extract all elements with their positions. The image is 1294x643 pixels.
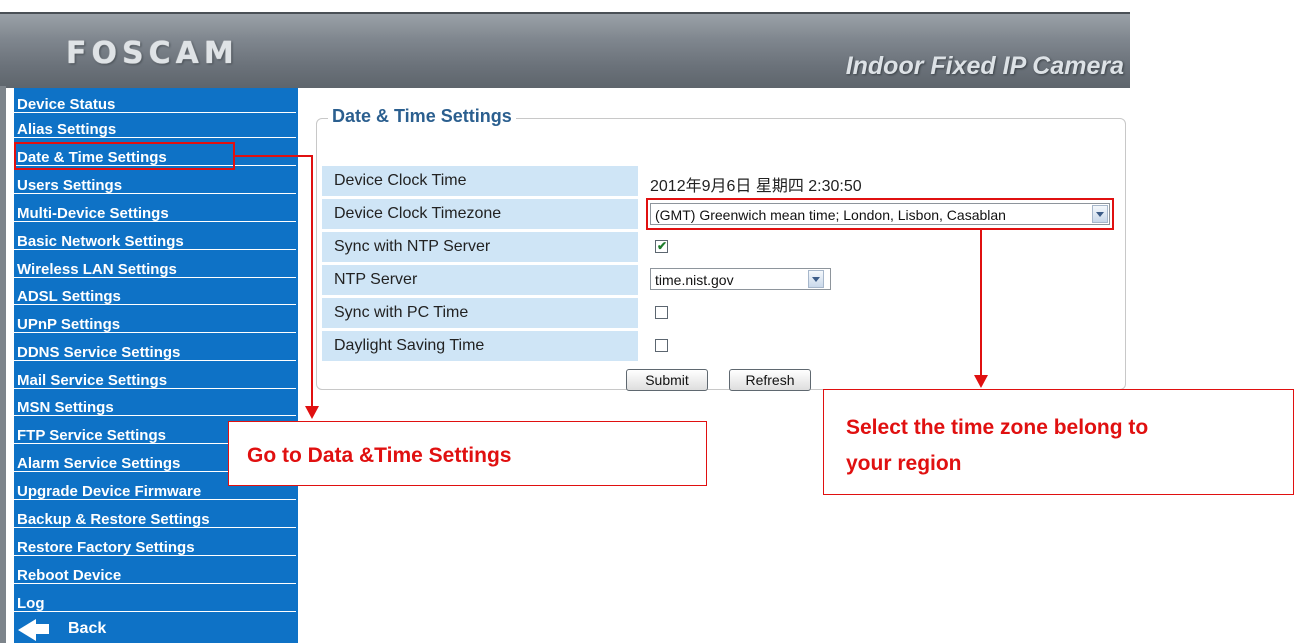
sidebar-item-alias-settings[interactable]: Alias Settings <box>14 113 296 138</box>
annotation-line <box>980 230 982 376</box>
right-callout: Select the time zone belong to your regi… <box>823 389 1294 495</box>
date-time-highlight-box <box>14 142 235 170</box>
annotation-line <box>311 155 313 407</box>
right-callout-line-1: Select the time zone belong to <box>846 416 1149 439</box>
left-callout: Go to Data &Time Settings <box>228 421 707 486</box>
ntp-server-select[interactable]: time.nist.gov <box>650 268 831 290</box>
dst-checkbox[interactable] <box>655 339 668 352</box>
sidebar-item-ddns-service-settings[interactable]: DDNS Service Settings <box>14 336 296 361</box>
back-label: Back <box>68 620 107 637</box>
arrow-down-icon <box>974 375 988 388</box>
panel-title: Date & Time Settings <box>328 106 516 127</box>
ntp-server-selected-value: time.nist.gov <box>655 272 734 288</box>
sync-pc-label: Sync with PC Time <box>322 298 638 328</box>
sync-ntp-label: Sync with NTP Server <box>322 232 638 262</box>
left-border <box>0 86 6 643</box>
sidebar-item-reboot-device[interactable]: Reboot Device <box>14 559 296 584</box>
back-button[interactable]: Back <box>14 616 296 643</box>
back-arrow-icon <box>18 619 36 641</box>
sidebar-item-upnp-settings[interactable]: UPnP Settings <box>14 308 296 333</box>
sidebar-item-mail-service-settings[interactable]: Mail Service Settings <box>14 364 296 389</box>
sidebar-item-backup-restore-settings[interactable]: Backup & Restore Settings <box>14 503 296 528</box>
header-bar: FOSCAM Indoor Fixed IP Camera <box>0 12 1130 88</box>
dst-label: Daylight Saving Time <box>322 331 638 361</box>
sidebar-item-multi-device-settings[interactable]: Multi-Device Settings <box>14 197 296 222</box>
timezone-highlight-box <box>646 198 1114 230</box>
sidebar-item-restore-factory-settings[interactable]: Restore Factory Settings <box>14 531 296 556</box>
sidebar-item-users-settings[interactable]: Users Settings <box>14 169 296 194</box>
sidebar-item-log[interactable]: Log <box>14 587 296 612</box>
sidebar-item-msn-settings[interactable]: MSN Settings <box>14 391 296 416</box>
right-callout-line-2: your region <box>846 452 962 475</box>
sidebar-item-device-status[interactable]: Device Status <box>14 88 296 113</box>
sync-ntp-checkbox[interactable]: ✔ <box>655 239 668 253</box>
clock-time-value: 2012年9月6日 星期四 2:30:50 <box>650 178 862 195</box>
left-callout-text: Go to Data &Time Settings <box>247 444 512 467</box>
camera-web-ui: FOSCAM Indoor Fixed IP Camera Device Sta… <box>0 0 1130 643</box>
sidebar-item-wireless-lan-settings[interactable]: Wireless LAN Settings <box>14 253 296 278</box>
checkmark-icon: ✔ <box>657 239 668 253</box>
sidebar-item-adsl-settings[interactable]: ADSL Settings <box>14 280 296 305</box>
clock-time-label: Device Clock Time <box>322 166 638 196</box>
submit-button[interactable]: Submit <box>626 369 708 391</box>
ntp-server-label: NTP Server <box>322 265 638 295</box>
back-arrow-shaft <box>35 624 49 634</box>
sync-pc-checkbox[interactable] <box>655 306 668 319</box>
sidebar-item-basic-network-settings[interactable]: Basic Network Settings <box>14 225 296 250</box>
chevron-down-icon[interactable] <box>808 270 824 288</box>
product-title: Indoor Fixed IP Camera <box>845 52 1124 80</box>
annotation-line <box>235 155 313 157</box>
sidebar-nav: Device Status Alias Settings Date & Time… <box>14 88 298 643</box>
timezone-label: Device Clock Timezone <box>322 199 638 229</box>
arrow-down-icon <box>305 406 319 419</box>
foscam-logo: FOSCAM <box>66 36 239 71</box>
refresh-button[interactable]: Refresh <box>729 369 811 391</box>
